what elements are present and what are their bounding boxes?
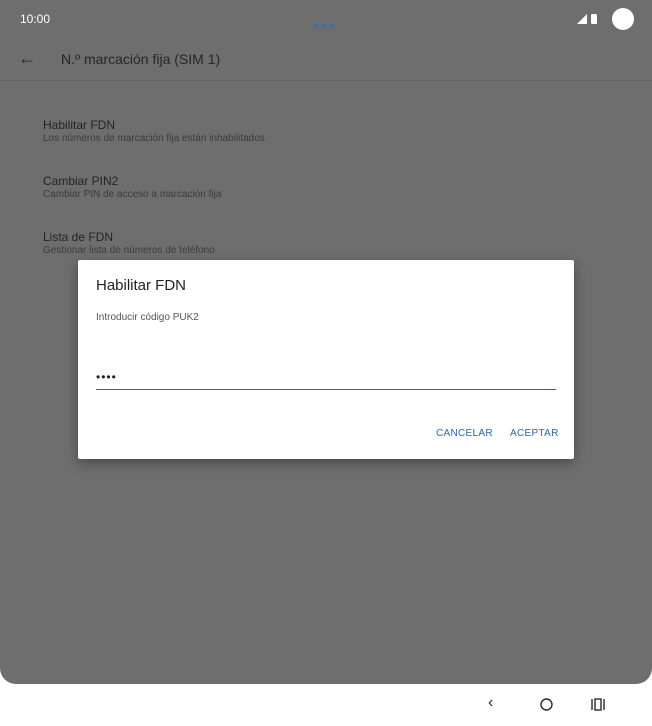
setting-subtitle: Cambiar PIN de acceso a marcación fija bbox=[43, 189, 222, 200]
ok-button[interactable]: ACEPTAR bbox=[510, 428, 559, 439]
nav-back-icon[interactable]: ‹ bbox=[488, 694, 493, 712]
back-arrow-icon[interactable]: ← bbox=[18, 48, 36, 69]
nav-home-icon[interactable] bbox=[540, 698, 553, 711]
dialog-message: Introducir código PUK2 bbox=[96, 312, 199, 323]
setting-title: Lista de FDN bbox=[43, 230, 114, 244]
setting-title: Cambiar PIN2 bbox=[43, 174, 119, 188]
front-camera bbox=[612, 8, 634, 30]
signal-icon bbox=[577, 14, 587, 24]
status-time: 10:00 bbox=[20, 12, 51, 26]
puk2-dialog: Habilitar FDN Introducir código PUK2 •••… bbox=[78, 260, 574, 459]
app-bar: ← N.º marcación fija (SIM 1) bbox=[0, 40, 652, 81]
puk2-input[interactable]: •••• bbox=[96, 367, 556, 390]
nav-recents-icon[interactable] bbox=[591, 698, 605, 711]
navigation-bar: ‹ bbox=[0, 684, 652, 726]
device-screen: 10:00 ← N.º marcación fija (SIM 1) Habil… bbox=[0, 0, 652, 684]
status-bar: 10:00 bbox=[0, 0, 652, 40]
page-title: N.º marcación fija (SIM 1) bbox=[61, 51, 221, 67]
setting-title: Habilitar FDN bbox=[43, 118, 116, 132]
setting-cambiar-pin2[interactable]: Cambiar PIN2 Cambiar PIN de acceso a mar… bbox=[43, 174, 603, 230]
setting-subtitle: Gestionar lista de números de teléfono bbox=[43, 245, 215, 256]
setting-subtitle: Los números de marcación fija están inha… bbox=[43, 133, 265, 144]
cancel-button[interactable]: CANCELAR bbox=[436, 428, 493, 439]
dialog-title: Habilitar FDN bbox=[96, 277, 187, 294]
puk2-input-value: •••• bbox=[96, 370, 117, 384]
setting-habilitar-fdn[interactable]: Habilitar FDN Los números de marcación f… bbox=[43, 118, 603, 174]
battery-icon bbox=[591, 14, 597, 24]
camera-dots bbox=[313, 15, 339, 28]
